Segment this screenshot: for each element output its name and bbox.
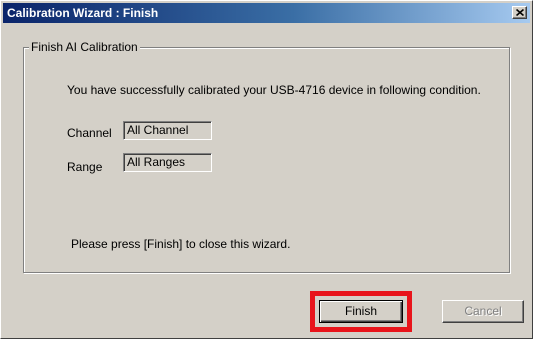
close-instruction: Please press [Finish] to close this wiza…: [71, 237, 291, 251]
close-button[interactable]: [512, 6, 527, 19]
close-icon: [516, 9, 524, 16]
range-field: All Ranges: [123, 153, 212, 172]
channel-field: All Channel: [123, 121, 212, 140]
channel-label: Channel: [67, 126, 112, 140]
success-message: You have successfully calibrated your US…: [67, 83, 481, 97]
range-label: Range: [67, 160, 103, 174]
window-title: Calibration Wizard : Finish: [7, 6, 159, 20]
groupbox-label: Finish AI Calibration: [29, 40, 140, 54]
title-bar[interactable]: Calibration Wizard : Finish: [3, 3, 530, 23]
finish-highlight-box: [310, 291, 412, 332]
cancel-button[interactable]: Cancel: [442, 300, 524, 323]
calibration-wizard-window: Calibration Wizard : Finish Finish AI Ca…: [0, 0, 533, 339]
